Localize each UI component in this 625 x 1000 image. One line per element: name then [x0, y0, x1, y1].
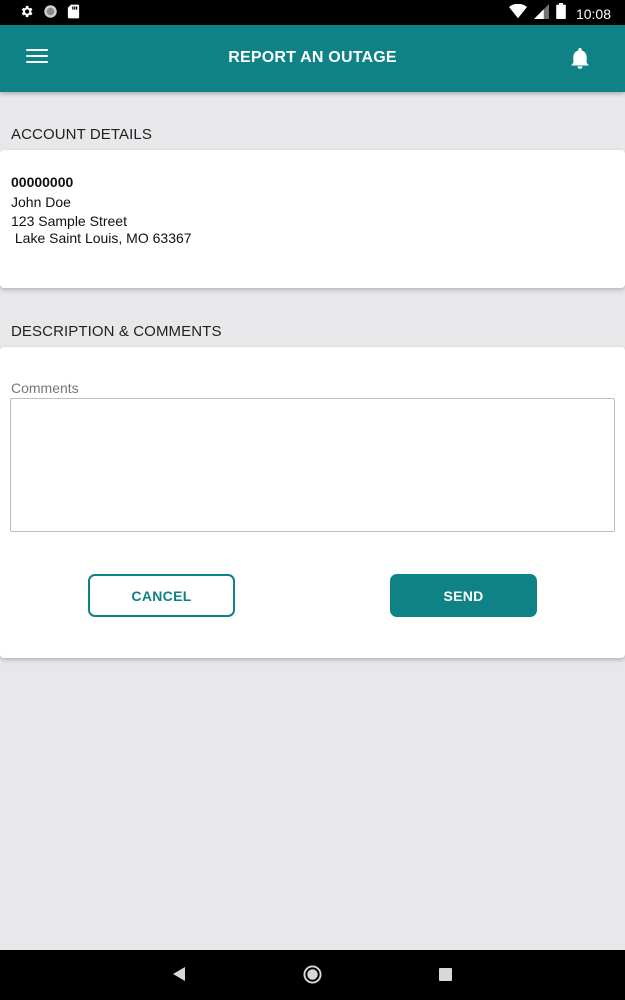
send-button[interactable]: SEND [390, 574, 537, 617]
address-line-2: Lake Saint Louis, MO 63367 [11, 230, 192, 246]
sd-card-icon [67, 4, 80, 24]
circle-icon [43, 4, 58, 24]
cancel-button[interactable]: CANCEL [88, 574, 235, 617]
app-bar: REPORT AN OUTAGE [0, 25, 625, 92]
home-icon[interactable] [303, 965, 322, 989]
page-title: REPORT AN OUTAGE [228, 49, 397, 66]
comments-label: Comments [11, 380, 79, 396]
account-details-card: 00000000 John Doe 123 Sample Street Lake… [0, 150, 625, 288]
address-line-1: 123 Sample Street [11, 213, 127, 229]
screen: 10:08 REPORT AN OUTAGE ACCOUNT DETAILS 0… [0, 0, 625, 1000]
account-number: 00000000 [11, 174, 74, 190]
signal-icon [533, 3, 549, 24]
comments-card: Comments CANCEL SEND [0, 347, 625, 658]
recents-icon[interactable] [439, 968, 452, 986]
account-details-heading: ACCOUNT DETAILS [11, 126, 152, 143]
description-comments-heading: DESCRIPTION & COMMENTS [11, 323, 222, 340]
back-icon[interactable] [172, 966, 186, 987]
battery-icon [556, 3, 566, 24]
comments-input[interactable] [10, 398, 615, 532]
wifi-icon [508, 3, 527, 24]
bell-icon[interactable] [570, 47, 592, 69]
gear-icon [19, 4, 34, 24]
navigation-bar [0, 950, 625, 1000]
status-bar: 10:08 [0, 0, 625, 25]
clock-text: 10:08 [575, 5, 611, 22]
account-name: John Doe [11, 194, 71, 210]
